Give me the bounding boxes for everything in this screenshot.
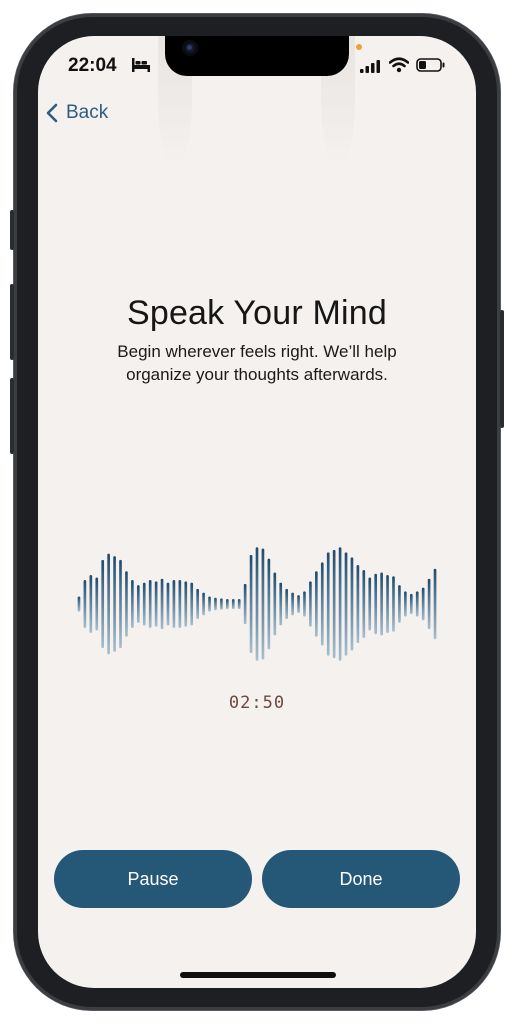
waveform-bar [344, 552, 348, 656]
waveform-bar [320, 562, 324, 646]
done-button[interactable]: Done [262, 850, 460, 908]
waveform-bar [273, 572, 277, 636]
waveform-bar [291, 592, 294, 616]
page-subtitle: Begin wherever feels right. We’ll help o… [78, 340, 436, 386]
volume-up-button [10, 284, 14, 360]
waveform-bar [208, 596, 211, 612]
waveform-bar [374, 573, 378, 635]
power-button [500, 310, 504, 428]
waveform-bar [107, 553, 110, 655]
waveform-bar [368, 577, 372, 631]
waveform-bar [166, 582, 170, 626]
waveform-bar [202, 592, 205, 616]
waveform-bar [119, 559, 122, 649]
back-label: Back [66, 102, 109, 123]
waveform-bar [160, 578, 164, 630]
waveform-bar [113, 556, 116, 652]
waveform-bar [267, 558, 271, 650]
pause-button[interactable]: Pause [54, 850, 252, 908]
subtitle-line: organize your thoughts afterwards. [126, 365, 388, 384]
waveform-bar [409, 593, 413, 615]
wifi-icon [389, 57, 409, 73]
home-indicator[interactable] [180, 972, 336, 978]
volume-down-button [10, 378, 14, 454]
waveform-bar [190, 582, 194, 626]
waveform-bar [220, 598, 223, 610]
waveform-bar [83, 580, 87, 628]
waveform-bar [184, 581, 188, 627]
waveform-bar [249, 554, 253, 654]
waveform-bar [148, 580, 152, 628]
waveform-bar [95, 577, 99, 631]
waveform-bar [404, 591, 407, 617]
waveform-bar [131, 580, 134, 628]
back-button[interactable]: Back [46, 102, 108, 124]
waveform-bar [255, 547, 259, 661]
waveform-bar [214, 597, 217, 611]
waveform-bar [338, 547, 342, 661]
waveform-bar [101, 559, 105, 649]
bed-icon [132, 58, 150, 72]
waveform-bar [154, 581, 158, 627]
waveform-bar [421, 587, 425, 621]
silent-switch [10, 210, 14, 250]
waveform-bar [279, 582, 283, 626]
front-camera [182, 40, 198, 56]
signal-icon [360, 60, 380, 73]
waveform-bar [196, 588, 199, 620]
waveform-bar [356, 564, 360, 644]
waveform-bar [77, 596, 81, 612]
chevron-left-icon [46, 103, 58, 123]
pause-label: Pause [127, 868, 179, 889]
waveform-bar [398, 585, 401, 623]
waveform-bar [285, 588, 289, 620]
waveform-bar [142, 582, 146, 626]
waveform-bar [231, 598, 235, 610]
audio-waveform [77, 547, 437, 661]
waveform-bar [243, 583, 247, 625]
waveform-bar [386, 575, 389, 633]
battery-icon [416, 58, 445, 72]
waveform-bar [332, 549, 336, 659]
waveform-bar [315, 571, 318, 637]
waveform-bar [303, 591, 306, 617]
waveform-bar [297, 595, 300, 613]
waveform-bar [172, 580, 176, 628]
waveform-bar [309, 581, 312, 627]
waveform-bar [326, 552, 330, 656]
waveform-bar [380, 572, 383, 636]
waveform-bar [89, 575, 93, 633]
waveform-bar [136, 585, 140, 623]
recording-timer: 02:50 [228, 693, 286, 713]
waveform-bar [433, 568, 437, 640]
waveform-bar [350, 557, 354, 651]
privacy-indicator [356, 44, 362, 50]
page-title: Speak Your Mind [126, 294, 388, 332]
waveform-bar [225, 598, 229, 610]
waveform-bar [237, 598, 241, 610]
status-time: 22:04 [68, 55, 117, 76]
subtitle-line: Begin wherever feels right. We’ll help [117, 342, 397, 361]
waveform-bar [415, 591, 419, 617]
waveform-bar [178, 580, 182, 628]
app-screen: 22:04 Back Speak Your Mind Begin whereve… [38, 36, 476, 988]
done-label: Done [339, 868, 383, 889]
waveform-bar [362, 569, 366, 639]
waveform-bar [392, 576, 395, 632]
waveform-bar [125, 571, 128, 637]
waveform-bar [261, 548, 265, 660]
waveform-bar [427, 578, 431, 630]
